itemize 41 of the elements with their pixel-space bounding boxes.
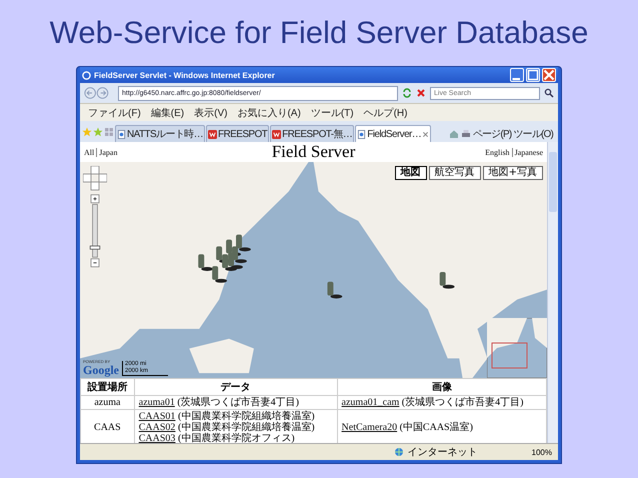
window-title: FieldServer Servlet - Windows Internet Explorer — [94, 70, 276, 80]
image-link[interactable]: azuma01_cam — [342, 397, 400, 408]
page-heading: Field Server — [270, 142, 356, 162]
column-header: 画像 — [337, 378, 546, 396]
zoom-level[interactable]: 100% — [532, 448, 552, 456]
data-link[interactable]: azuma01 — [138, 397, 175, 408]
toolbar-menu[interactable]: ページ(P) — [472, 127, 512, 141]
browser-tab[interactable]: FieldServer… — [355, 125, 432, 142]
map-type-button[interactable]: 地図+写真 — [482, 166, 543, 180]
place-text: (茨城県つくば市吾妻4丁目) — [402, 397, 524, 408]
place-text: (中国農業科学院組織培養温室) — [178, 411, 315, 422]
toolbar-menu[interactable]: ツール(O) — [513, 127, 553, 141]
menu-item[interactable]: ツール(T) — [310, 106, 354, 120]
browser-tab[interactable]: FREESPOT — [206, 125, 270, 142]
nav-link[interactable]: Japan — [96, 148, 118, 156]
data-link[interactable]: CAAS03 — [138, 433, 176, 443]
browser-tab[interactable]: FREESPOT-無… — [270, 125, 354, 142]
menu-item[interactable]: ファイル(F) — [88, 106, 141, 120]
map-type-button[interactable]: 地図 — [394, 166, 427, 180]
location-cell: azuma — [80, 396, 134, 410]
slide-title: Web-Service for Field Server Database — [50, 14, 588, 52]
place-text: (中国農業科学院オフィス) — [178, 433, 295, 443]
place-text: (中国農業科学院組織培養温室) — [178, 422, 315, 433]
place-text: (中国CAAS温室) — [400, 422, 473, 433]
menu-item[interactable]: 編集(E) — [150, 106, 184, 120]
security-zone: インターネット — [408, 446, 479, 459]
menu-item[interactable]: お気に入り(A) — [237, 106, 301, 120]
browser-tab[interactable]: NATTSルート時… — [115, 125, 206, 142]
image-link[interactable]: NetCamera20 — [342, 422, 398, 433]
data-link[interactable]: CAAS02 — [138, 422, 176, 433]
language-link[interactable]: English — [485, 148, 510, 156]
menu-item[interactable]: 表示(V) — [194, 106, 228, 120]
menu-item[interactable]: ヘルプ(H) — [364, 106, 408, 120]
column-header: 設置場所 — [80, 378, 134, 396]
language-link[interactable]: Japanese — [512, 148, 543, 156]
place-text: (茨城県つくば市吾妻4丁目) — [177, 397, 300, 408]
nav-link[interactable]: All — [84, 148, 94, 156]
map-logo: Google — [83, 364, 119, 376]
map-type-button[interactable]: 航空写真 — [428, 166, 481, 180]
data-link[interactable]: CAAS01 — [138, 411, 176, 422]
column-header: データ — [134, 378, 338, 396]
